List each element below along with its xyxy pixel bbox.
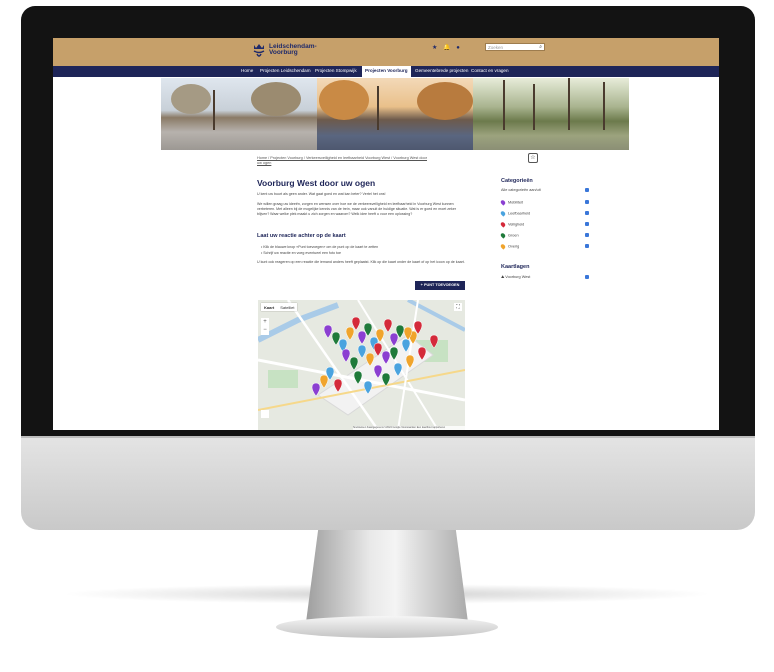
category-label: Groen — [508, 233, 519, 238]
monitor-seam — [21, 436, 755, 438]
instruction-bullet-2: • Schrijf uw reactie en voeg eventueel e… — [261, 251, 341, 255]
monitor-chin — [21, 436, 755, 530]
category-label: Mobiliteit — [508, 200, 523, 205]
layer-voorburg-west[interactable]: ⛰ Voorburg West — [501, 275, 589, 281]
checkbox[interactable] — [585, 211, 589, 215]
street-photo-2 — [317, 78, 473, 150]
map-type-tabs: Kaart Satelliet — [261, 303, 298, 311]
checkbox[interactable] — [585, 200, 589, 204]
checkbox[interactable] — [585, 233, 589, 237]
page-title: Voorburg West door uw ogen — [257, 178, 376, 188]
tree-canopy — [171, 84, 211, 114]
tree-canopy — [417, 82, 473, 120]
tree-trunk — [533, 84, 535, 130]
zoom-out-button[interactable]: − — [261, 326, 269, 334]
nav-item-contact[interactable]: Contact en vragen — [471, 68, 509, 73]
site-logo-text[interactable]: Leidschendam- Voorburg — [269, 43, 339, 56]
tree-trunk — [603, 82, 605, 130]
intro-text: U kent uw buurt als geen ander. Wat gaat… — [257, 192, 386, 196]
monitor-stand-base — [276, 616, 498, 638]
body-paragraph: We willen graag uw ideeën, zorgen en wen… — [257, 202, 457, 216]
map-layers-title: Kaartlagen — [501, 264, 530, 270]
interactive-map[interactable]: Kaart Satelliet ⛶ + − Sneltoetsen Kaartg… — [258, 300, 465, 430]
user-icon[interactable]: ● — [456, 45, 462, 51]
nav-item-stompwijk[interactable]: Projecten Stompwijk — [315, 68, 357, 73]
fullscreen-icon[interactable]: ⛶ — [454, 303, 462, 311]
park-photo-3 — [473, 78, 629, 150]
nav-item-home[interactable]: Home — [241, 68, 253, 73]
checkbox[interactable] — [585, 222, 589, 226]
outro-text: U kunt ook reageren op een reactie die i… — [257, 260, 465, 264]
map-canvas[interactable] — [258, 300, 465, 430]
map-pin-icon — [499, 243, 507, 250]
nav-item-voorburg[interactable]: Projecten Voorburg — [362, 66, 411, 77]
category-all-label: Alle categorieën aan/uit — [501, 188, 541, 192]
checkbox[interactable] — [585, 188, 589, 192]
category-mobiliteit[interactable]: Mobiliteit — [499, 199, 589, 206]
monitor-mockup: Leidschendam- Voorburg ★ 🔔 ● Zoeken ⌕ Ho… — [0, 0, 774, 672]
street-view-pegman-icon[interactable] — [261, 410, 269, 418]
section-subtitle: Laat uw reactie achter op de kaart — [257, 233, 346, 239]
category-veiligheid[interactable]: Veiligheid — [499, 221, 589, 228]
star-icon[interactable]: ★ — [432, 45, 439, 51]
bullet-text: Schrijf uw reactie en voeg eventueel een… — [263, 251, 341, 255]
category-label: Overig — [508, 244, 520, 249]
bullet-text: Klik de blauwe knop «Punt toevoegen» om … — [263, 245, 379, 249]
tab-satelliet[interactable]: Satelliet — [277, 303, 297, 311]
map-attribution: Sneltoetsen Kaartgegevens ©2024 Google V… — [353, 426, 465, 430]
map-pin-icon — [499, 221, 507, 228]
category-leefbaarheid[interactable]: Leefbaarheid — [499, 210, 589, 217]
nav-item-leidschendam[interactable]: Projecten Leidschendam — [260, 68, 311, 73]
lamp-post — [377, 86, 379, 130]
browser-screen: Leidschendam- Voorburg ★ 🔔 ● Zoeken ⌕ Ho… — [53, 38, 719, 430]
map-pin-icon — [499, 199, 507, 206]
tree-canopy — [319, 80, 369, 120]
tree-canopy — [251, 82, 301, 116]
nav-item-gemeentebreed[interactable]: Gemeentebrede projecten — [415, 68, 468, 73]
search-input[interactable]: Zoeken ⌕ — [485, 43, 545, 51]
header-icons: ★ 🔔 ● — [432, 44, 462, 51]
tree-trunk — [503, 80, 505, 130]
favorite-star-icon[interactable]: ☆ — [528, 153, 538, 163]
tab-kaart[interactable]: Kaart — [261, 303, 277, 311]
municipality-crest-icon[interactable] — [253, 43, 265, 59]
category-label: Leefbaarheid — [508, 211, 531, 216]
bell-icon[interactable]: 🔔 — [443, 45, 452, 51]
site-header: Leidschendam- Voorburg ★ 🔔 ● Zoeken ⌕ — [53, 38, 719, 66]
breadcrumb[interactable]: Home / Projecten Voorburg / Verkeersveil… — [257, 156, 427, 166]
map-pin-icon — [499, 232, 507, 239]
lamp-post — [213, 90, 215, 130]
main-nav: Home Projecten Leidschendam Projecten St… — [53, 66, 719, 77]
zoom-in-button[interactable]: + — [261, 318, 269, 326]
categories-title: Categorieën — [501, 178, 533, 184]
category-all-toggle[interactable]: Alle categorieën aan/uit — [501, 188, 589, 194]
zoom-control: + − — [261, 318, 269, 335]
checkbox[interactable] — [585, 244, 589, 248]
tree-trunk — [568, 78, 570, 130]
search-placeholder: Zoeken — [488, 45, 504, 50]
category-groen[interactable]: Groen — [499, 232, 589, 239]
category-label: Veiligheid — [508, 222, 525, 227]
checkbox[interactable] — [585, 275, 589, 279]
instruction-bullet-1: • Klik de blauwe knop «Punt toevoegen» o… — [261, 245, 379, 249]
map-pin-icon — [499, 210, 507, 217]
layer-label: Voorburg West — [505, 275, 531, 279]
search-icon[interactable]: ⌕ — [539, 44, 542, 50]
monitor-stand-neck — [305, 530, 469, 630]
logo-line-2: Voorburg — [269, 49, 298, 56]
category-overig[interactable]: Overig — [499, 243, 589, 250]
hero-banner — [161, 78, 629, 150]
add-point-button[interactable]: + PUNT TOEVOEGEN — [415, 281, 465, 290]
street-photo-1 — [161, 78, 317, 150]
